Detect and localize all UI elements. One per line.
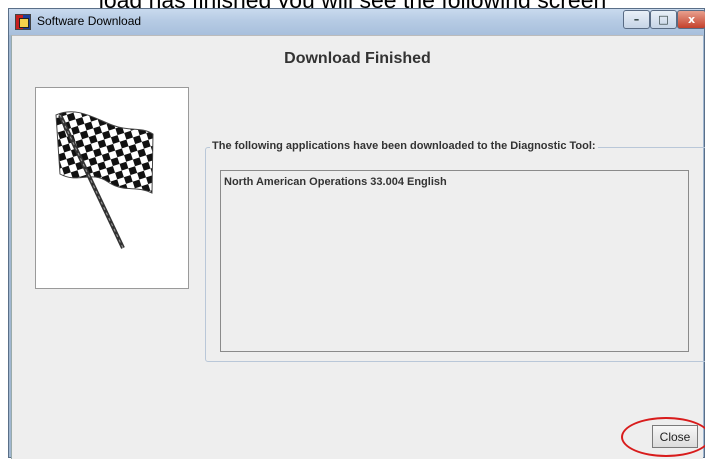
checkered-flag-icon xyxy=(55,111,154,249)
close-button[interactable]: Close xyxy=(652,425,698,448)
downloaded-applications-group: The following applications have been dow… xyxy=(205,140,705,362)
dialog-content: Download Finished The following applicat… xyxy=(11,35,705,459)
app-icon xyxy=(15,14,31,30)
list-item[interactable]: North American Operations 33.004 English xyxy=(224,176,447,188)
software-download-window: Software Download – □ x Download Finishe… xyxy=(8,8,705,459)
maximize-button[interactable]: □ xyxy=(650,10,677,29)
group-label: The following applications have been dow… xyxy=(210,140,598,152)
window-close-button[interactable]: x xyxy=(677,10,705,29)
window-titlebar[interactable]: Software Download – □ x xyxy=(9,9,705,35)
flag-image-panel xyxy=(35,87,189,289)
page-title: Download Finished xyxy=(284,50,431,67)
window-title: Software Download xyxy=(37,14,142,28)
minimize-button[interactable]: – xyxy=(623,10,650,29)
applications-list[interactable]: North American Operations 33.004 English xyxy=(220,170,689,352)
